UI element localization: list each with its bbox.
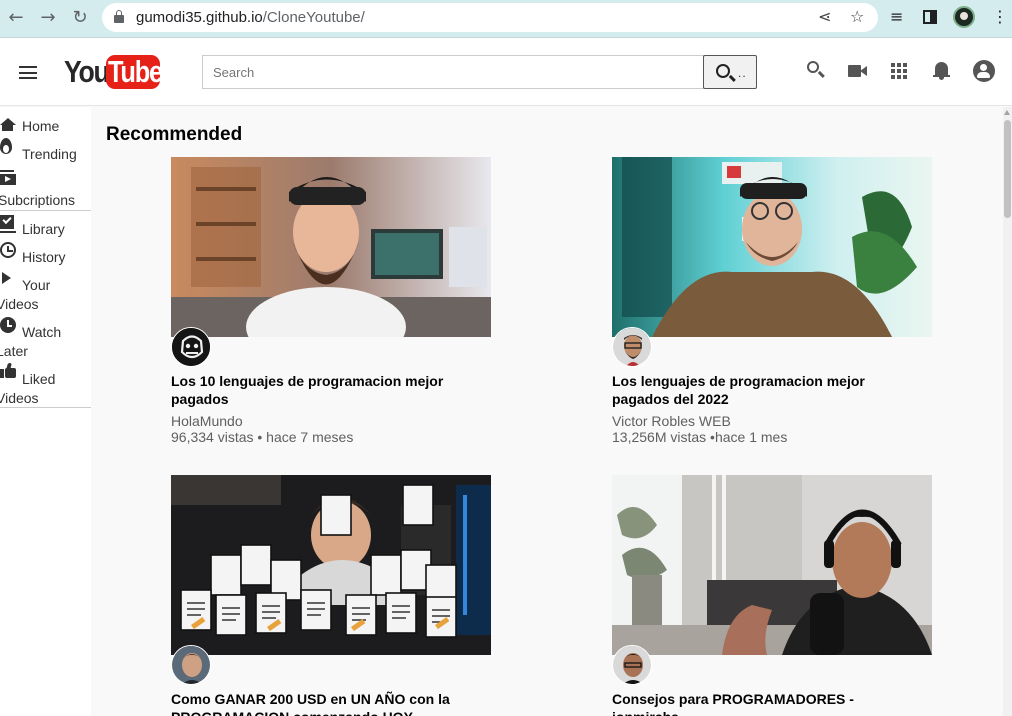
sidebar-item-label: Your xyxy=(22,277,51,293)
channel-avatar[interactable] xyxy=(612,327,652,367)
trending-fire-icon xyxy=(0,138,12,154)
forward-arrow-icon[interactable]: → xyxy=(37,7,59,29)
side-panel-icon[interactable] xyxy=(923,10,937,24)
subscriptions-icon xyxy=(0,170,16,185)
account-icon[interactable] xyxy=(973,60,995,82)
main-content: Recommended Los 10 lenguajes de programa… xyxy=(91,107,1003,716)
url-text[interactable]: gumodi35.github.io/CloneYoutube/ xyxy=(136,9,365,26)
sidebar-item-trending[interactable]: Trending xyxy=(0,138,91,164)
channel-avatar[interactable] xyxy=(612,645,652,685)
sidebar-item-label: Videos xyxy=(0,390,39,406)
media-icon[interactable]: ≡ xyxy=(890,7,903,26)
video-thumbnail[interactable] xyxy=(612,475,932,655)
sidebar-item-library[interactable]: Library xyxy=(0,214,91,239)
share-icon[interactable]: ⋖ xyxy=(818,7,831,26)
sidebar-divider xyxy=(0,407,91,408)
liked-thumb-icon xyxy=(0,363,16,378)
star-icon[interactable]: ☆ xyxy=(850,7,864,26)
channel-avatar[interactable] xyxy=(171,645,211,685)
search-input[interactable] xyxy=(203,56,703,88)
history-clock-icon xyxy=(0,242,16,258)
sidebar-item-label: Subcriptions xyxy=(0,192,76,208)
video-title[interactable]: Los lenguajes de programacion mejor paga… xyxy=(612,372,912,408)
search-field[interactable] xyxy=(202,55,704,89)
sidebar-item-your-videos[interactable]: Your Videos xyxy=(0,272,91,313)
scroll-up-arrow-icon[interactable] xyxy=(1004,110,1010,115)
your-videos-play-icon xyxy=(2,272,11,284)
browser-toolbar: ← → ↻ gumodi35.github.io/CloneYoutube/ ⋖… xyxy=(0,0,1012,38)
video-meta: 96,334 vistas • hace 7 meses xyxy=(171,429,354,445)
home-icon xyxy=(0,118,19,132)
sidebar-item-watch-later[interactable]: Watch Later xyxy=(0,317,91,360)
sidebar: Home Trending Subcriptions Library Histo… xyxy=(0,107,91,716)
video-title[interactable]: Los 10 lenguajes de programacion mejor p… xyxy=(171,372,471,408)
sidebar-item-home[interactable]: Home xyxy=(0,116,91,136)
sidebar-item-label: Library xyxy=(22,221,65,237)
sidebar-item-history[interactable]: History xyxy=(0,242,91,267)
yt-header: You Tube .. xyxy=(0,38,1012,106)
channel-name[interactable]: HolaMundo xyxy=(171,413,243,429)
video-thumbnail[interactable] xyxy=(612,157,932,337)
library-icon xyxy=(0,214,16,233)
sidebar-item-label: History xyxy=(22,249,66,265)
video-title[interactable]: Consejos para PROGRAMADORES -jonmircha xyxy=(612,690,912,716)
create-video-icon[interactable] xyxy=(847,60,869,82)
sidebar-item-label: Trending xyxy=(22,146,77,162)
channel-avatar[interactable] xyxy=(171,327,211,367)
search-icon[interactable] xyxy=(805,60,827,82)
profile-avatar[interactable] xyxy=(953,6,975,28)
video-meta: 13,256M vistas •hace 1 mes xyxy=(612,429,788,445)
video-thumbnail[interactable] xyxy=(171,475,491,655)
sidebar-item-label: Later xyxy=(0,343,28,359)
sidebar-item-label: Liked xyxy=(22,371,56,387)
section-title: Recommended xyxy=(106,124,243,145)
video-thumbnail[interactable] xyxy=(171,157,491,337)
sidebar-divider xyxy=(0,210,91,211)
sidebar-item-subscriptions[interactable]: Subcriptions xyxy=(0,170,91,208)
reload-icon[interactable]: ↻ xyxy=(69,7,91,29)
scrollbar-thumb[interactable] xyxy=(1004,120,1011,218)
search-button[interactable]: .. xyxy=(703,55,757,89)
lock-icon[interactable] xyxy=(114,10,124,23)
notifications-bell-icon[interactable] xyxy=(931,60,953,82)
apps-grid-icon[interactable] xyxy=(889,60,911,82)
sidebar-item-label: Home xyxy=(22,118,60,134)
channel-name[interactable]: Victor Robles WEB xyxy=(612,413,731,429)
video-title[interactable]: Como GANAR 200 USD en UN AÑO con la PROG… xyxy=(171,690,471,716)
search-icon xyxy=(716,64,730,78)
kebab-menu-icon[interactable]: ⋮ xyxy=(992,7,1008,26)
youtube-logo[interactable]: You Tube xyxy=(62,51,163,93)
watch-later-clock-icon xyxy=(0,317,16,333)
address-bar[interactable]: gumodi35.github.io/CloneYoutube/ ⋖ ☆ xyxy=(102,3,878,32)
sidebar-item-liked-videos[interactable]: Liked Videos xyxy=(0,363,91,407)
sidebar-item-label: Videos xyxy=(0,296,39,312)
hamburger-menu-icon[interactable] xyxy=(19,66,37,79)
search-button-dots: .. xyxy=(738,66,747,80)
sidebar-item-label: Watch xyxy=(22,324,62,340)
back-arrow-icon[interactable]: ← xyxy=(5,7,27,29)
